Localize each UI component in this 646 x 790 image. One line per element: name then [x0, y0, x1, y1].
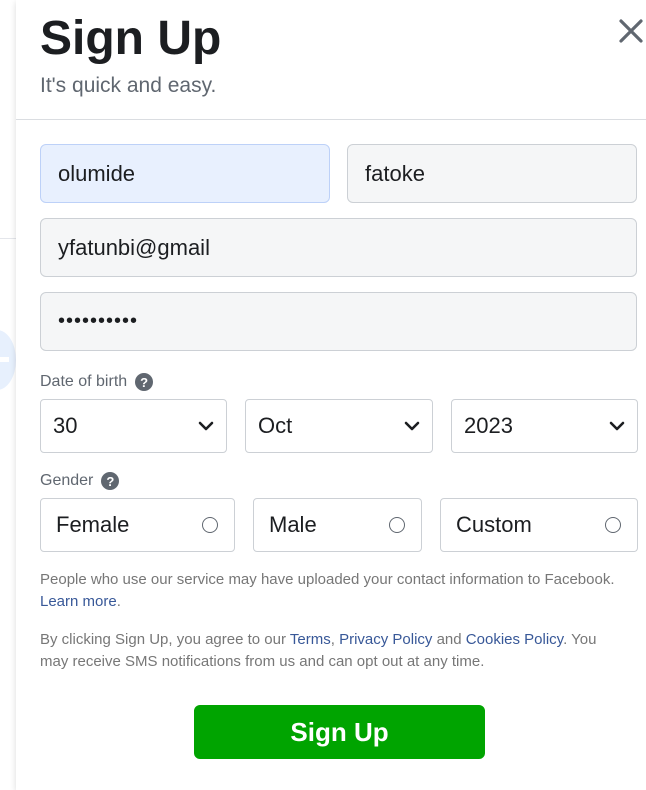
dob-label-text: Date of birth [40, 373, 128, 390]
contact-info-period: . [116, 593, 121, 610]
password-value: •••••••••• [58, 310, 139, 332]
signup-modal: Sign Up It's quick and easy. olumide fat… [16, 0, 646, 790]
chevron-down-icon [198, 421, 214, 431]
dob-year-select[interactable]: 2023 [451, 399, 638, 453]
email-input[interactable]: yfatunbi@gmail [40, 218, 637, 277]
gender-label-text: Gender [40, 472, 94, 489]
gender-label: Gender ? [40, 472, 120, 490]
dob-day-select[interactable]: 30 [40, 399, 227, 453]
radio-unchecked-icon[interactable] [389, 517, 405, 533]
terms-link[interactable]: Terms [290, 631, 331, 648]
privacy-policy-link[interactable]: Privacy Policy [339, 631, 432, 648]
dob-month-value: Oct [258, 413, 293, 438]
gender-option-label: Male [269, 512, 317, 537]
signup-button[interactable]: Sign Up [194, 705, 485, 759]
password-input[interactable]: •••••••••• [40, 292, 637, 351]
header-divider [16, 119, 646, 120]
surname-input[interactable]: fatoke [347, 144, 637, 203]
radio-unchecked-icon[interactable] [202, 517, 218, 533]
close-icon [619, 19, 643, 43]
radio-unchecked-icon[interactable] [605, 517, 621, 533]
terms-and: and [436, 631, 462, 648]
gender-option-female[interactable]: Female [40, 498, 235, 552]
question-circle-icon[interactable]: ? [135, 373, 154, 391]
terms-comma: , [330, 631, 335, 648]
dob-day-value: 30 [53, 413, 78, 438]
first-name-input[interactable]: olumide [40, 144, 330, 203]
chevron-down-icon [609, 421, 625, 431]
gender-option-label: Female [56, 512, 130, 537]
email-value: yfatunbi@gmail [58, 234, 210, 260]
modal-subtitle: It's quick and easy. [40, 74, 217, 97]
gender-option-male[interactable]: Male [253, 498, 422, 552]
background-avatar-mark [0, 357, 9, 362]
contact-info-text: People who use our service may have uplo… [40, 569, 620, 613]
terms-prefix: By clicking Sign Up, you agree to our [40, 631, 286, 648]
gender-option-label: Custom [456, 512, 532, 537]
terms-text: By clicking Sign Up, you agree to our Te… [40, 629, 620, 673]
cookies-policy-link[interactable]: Cookies Policy [466, 631, 563, 648]
dob-month-select[interactable]: Oct [245, 399, 433, 453]
terms-period: . [563, 631, 568, 648]
background-divider [0, 238, 16, 239]
gender-option-custom[interactable]: Custom [440, 498, 638, 552]
question-circle-icon[interactable]: ? [101, 472, 120, 490]
close-button[interactable] [614, 14, 646, 48]
learn-more-link[interactable]: Learn more [40, 593, 117, 610]
surname-value: fatoke [365, 160, 425, 186]
first-name-value: olumide [58, 160, 136, 186]
dob-label: Date of birth ? [40, 373, 154, 391]
chevron-down-icon [404, 421, 420, 431]
dob-year-value: 2023 [464, 413, 513, 438]
modal-title: Sign Up [40, 12, 222, 65]
contact-info-body: People who use our service may have uplo… [40, 571, 615, 588]
